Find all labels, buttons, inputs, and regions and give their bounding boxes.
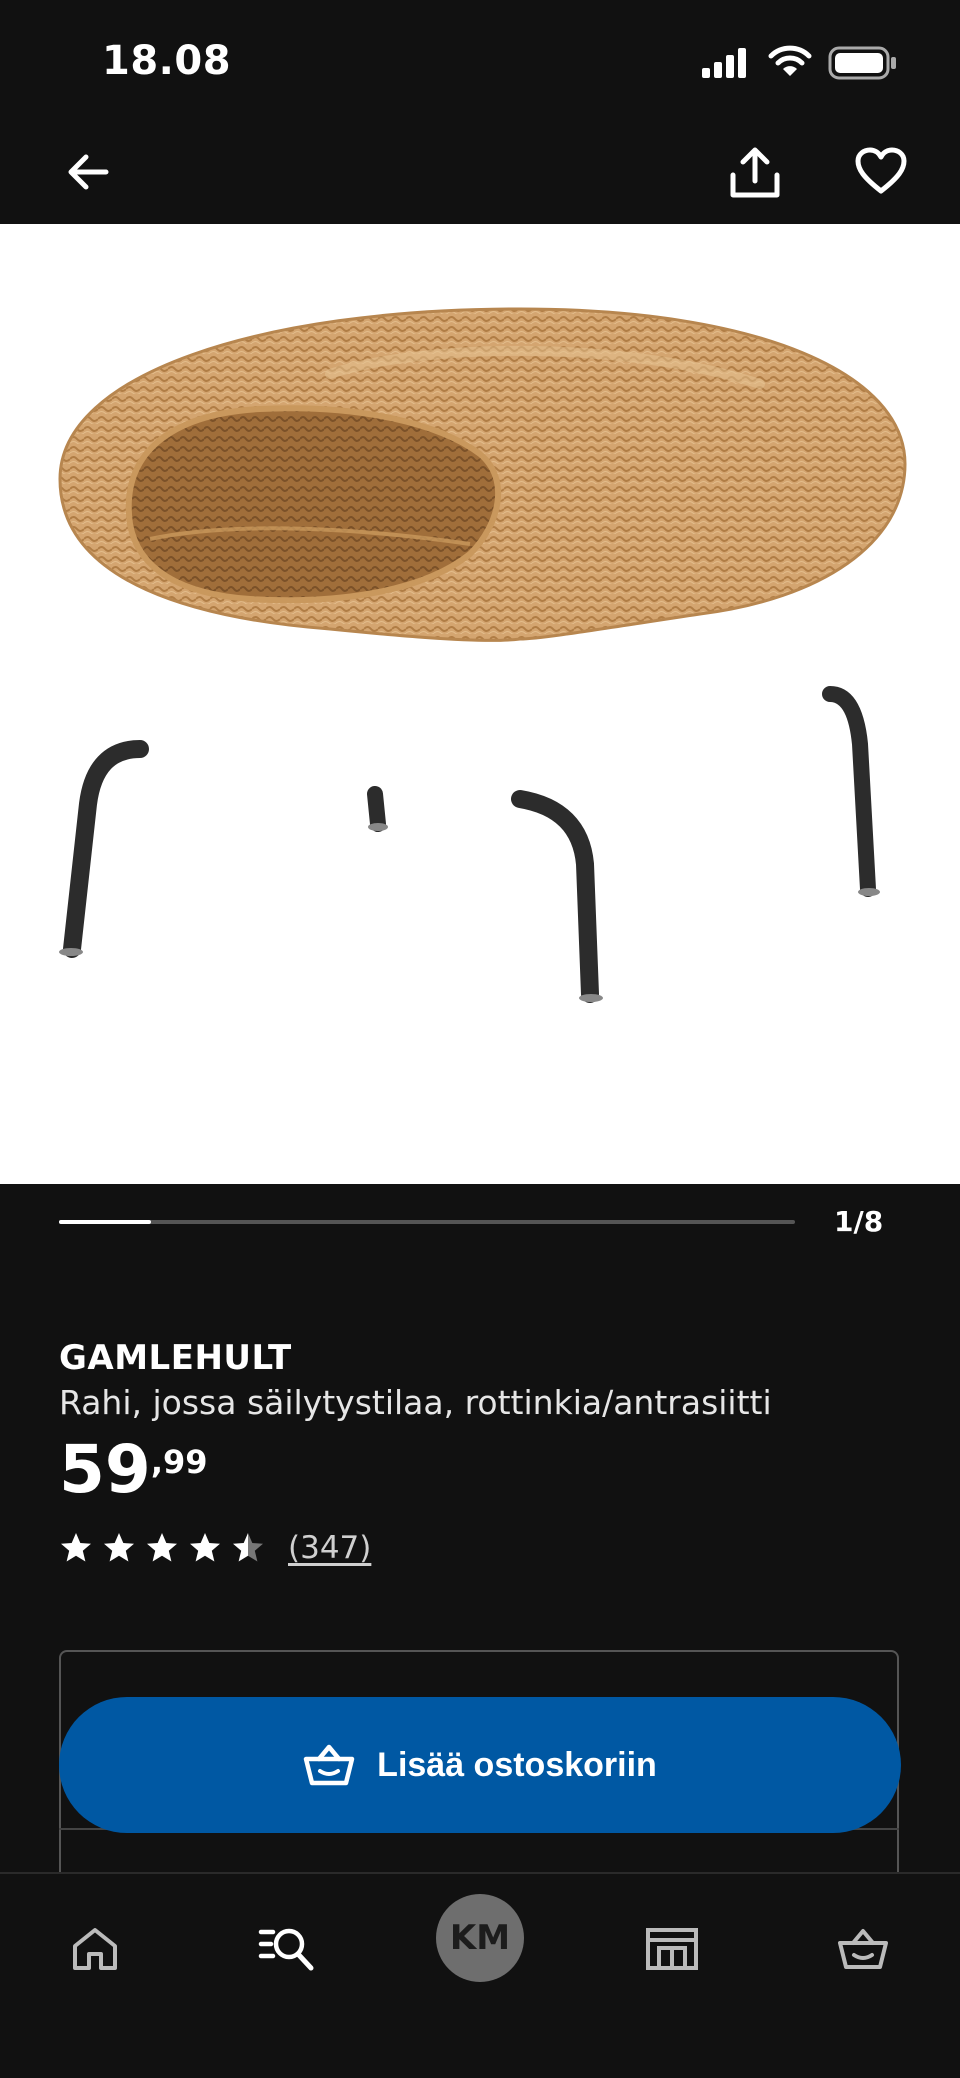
image-counter: 1/8 <box>834 1205 884 1238</box>
rating-row[interactable]: (347) <box>59 1530 371 1566</box>
carousel-progress-bar <box>59 1220 795 1224</box>
battery-icon <box>828 46 898 84</box>
avatar-initials: KM <box>449 1918 511 1958</box>
star-icon <box>233 1533 263 1562</box>
rattan-footstool-illustration <box>58 307 907 1003</box>
add-to-cart-label: Lisää ostoskoriin <box>377 1745 657 1784</box>
price-integer: 59 <box>59 1431 151 1508</box>
add-to-cart-button[interactable]: Lisää ostoskoriin <box>59 1697 901 1833</box>
cellular-signal-icon <box>700 46 750 82</box>
bottom-navigation: KM <box>0 1872 960 2078</box>
review-count-link[interactable]: (347) <box>288 1530 371 1566</box>
wifi-icon <box>768 44 812 82</box>
home-icon[interactable] <box>50 1904 140 1994</box>
rating-stars <box>59 1531 274 1565</box>
star-icon <box>104 1533 134 1562</box>
product-description: Rahi, jossa säilytystilaa, rottinkia/ant… <box>59 1383 772 1422</box>
product-image[interactable] <box>0 224 960 1184</box>
back-arrow-icon[interactable] <box>56 140 120 204</box>
profile-avatar[interactable]: KM <box>436 1894 524 1982</box>
product-name: GAMLEHULT <box>59 1338 292 1378</box>
share-icon[interactable] <box>720 138 790 208</box>
price-decimal: ,99 <box>150 1443 208 1481</box>
cart-icon[interactable] <box>818 1904 908 1994</box>
store-icon[interactable] <box>627 1904 717 1994</box>
star-icon <box>61 1533 91 1562</box>
heart-icon[interactable] <box>848 138 914 204</box>
star-icon <box>147 1533 177 1562</box>
search-icon[interactable] <box>242 1904 332 1994</box>
carousel-progress-fill <box>59 1220 151 1224</box>
product-price: 59 ,99 <box>59 1432 208 1508</box>
cart-icon <box>303 1743 355 1787</box>
star-icon <box>190 1533 220 1562</box>
status-time: 18.08 <box>102 38 232 84</box>
